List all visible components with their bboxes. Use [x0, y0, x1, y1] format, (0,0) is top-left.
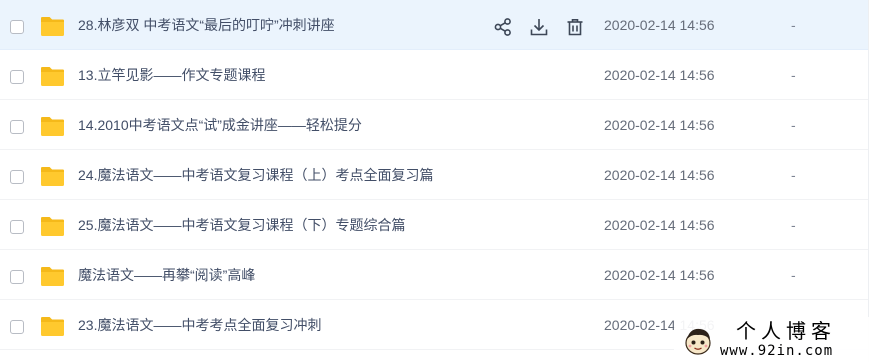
modified-date: 2020-02-14 14:56 [604, 267, 715, 283]
row-checkbox[interactable] [10, 320, 24, 334]
file-name[interactable]: 13.立竿见影——作文专题课程 [78, 65, 265, 85]
download-icon [530, 19, 547, 36]
row-checkbox[interactable] [10, 70, 24, 84]
file-name[interactable]: 24.魔法语文——中考语文复习课程（上）考点全面复习篇 [78, 165, 433, 185]
folder-icon [41, 167, 64, 186]
delete-button[interactable] [564, 17, 585, 37]
folder-icon [41, 17, 64, 36]
file-size: - [791, 217, 796, 233]
file-name[interactable]: 魔法语文——再攀“阅读”高峰 [78, 265, 255, 285]
file-size: - [791, 117, 796, 133]
watermark: 个人博客 www.92in.com [674, 317, 869, 362]
row-checkbox[interactable] [10, 170, 24, 184]
delete-icon [567, 19, 582, 36]
modified-date: 2020-02-14 14:56 [604, 17, 715, 33]
file-row[interactable]: 24.魔法语文——中考语文复习课程（上）考点全面复习篇 2020-02-14 1… [0, 150, 869, 200]
folder-icon [41, 117, 64, 136]
file-name[interactable]: 23.魔法语文——中考考点全面复习冲刺 [78, 315, 321, 335]
file-row[interactable]: 14.2010中考语文点“试”成金讲座——轻松提分 2020-02-14 14:… [0, 100, 869, 150]
row-checkbox[interactable] [10, 120, 24, 134]
watermark-title: 个人博客 [736, 319, 836, 343]
file-size: - [791, 67, 796, 83]
modified-date: 2020-02-14 14:56 [604, 67, 715, 83]
row-checkbox[interactable] [10, 270, 24, 284]
file-size: - [791, 167, 796, 183]
mascot-icon [685, 328, 711, 355]
file-row[interactable]: 25.魔法语文——中考语文复习课程（下）专题综合篇 2020-02-14 14:… [0, 200, 869, 250]
row-checkbox[interactable] [10, 220, 24, 234]
folder-icon [41, 217, 64, 236]
modified-date: 2020-02-14 14:56 [604, 167, 715, 183]
file-name[interactable]: 25.魔法语文——中考语文复习课程（下）专题综合篇 [78, 215, 405, 235]
file-size: - [791, 267, 796, 283]
share-icon [494, 18, 511, 36]
modified-date: 2020-02-14 14:56 [604, 217, 715, 233]
watermark-url: www.92in.com [720, 343, 834, 359]
row-checkbox[interactable] [10, 20, 24, 34]
download-button[interactable] [528, 17, 549, 37]
folder-icon [41, 67, 64, 86]
modified-date: 2020-02-14 14:56 [604, 117, 715, 133]
folder-icon [41, 267, 64, 286]
folder-icon [41, 317, 64, 336]
file-name[interactable]: 28.林彦双 中考语文“最后的叮咛”冲刺讲座 [78, 15, 335, 35]
file-name[interactable]: 14.2010中考语文点“试”成金讲座——轻松提分 [78, 115, 362, 135]
file-row[interactable]: 魔法语文——再攀“阅读”高峰 2020-02-14 14:56 - [0, 250, 869, 300]
file-list: 28.林彦双 中考语文“最后的叮咛”冲刺讲座 2020-02-14 14:56 … [0, 0, 869, 350]
file-row[interactable]: 28.林彦双 中考语文“最后的叮咛”冲刺讲座 2020-02-14 14:56 … [0, 0, 869, 50]
row-actions [492, 17, 585, 37]
file-row[interactable]: 13.立竿见影——作文专题课程 2020-02-14 14:56 - [0, 50, 869, 100]
file-size: - [791, 17, 796, 33]
share-button[interactable] [492, 17, 513, 37]
